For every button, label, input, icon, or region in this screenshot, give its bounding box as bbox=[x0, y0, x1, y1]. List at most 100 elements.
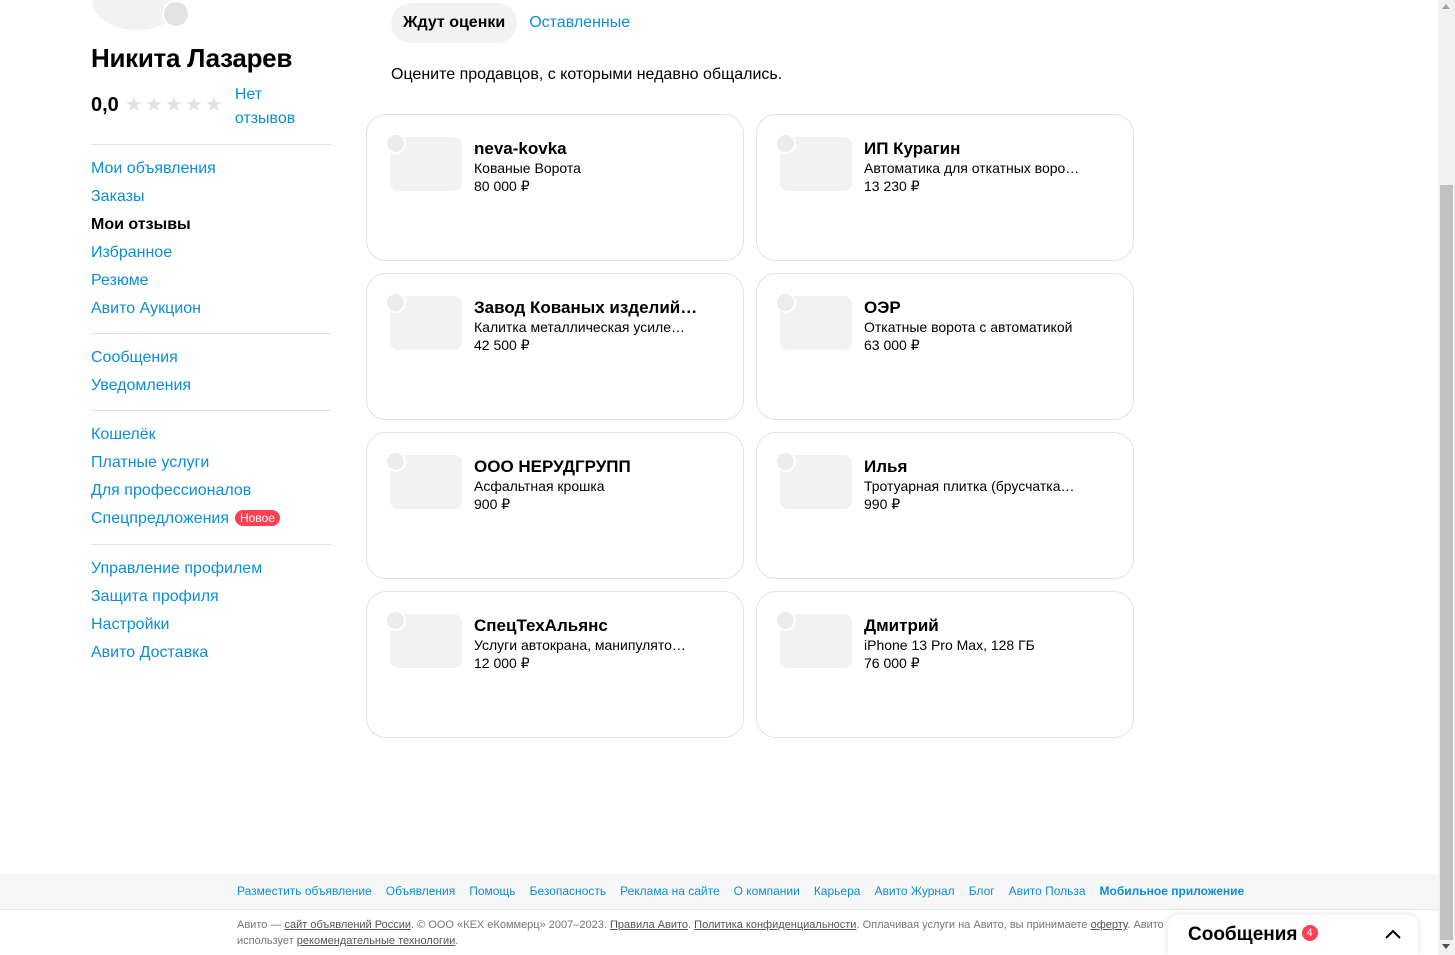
sidebar-item-delivery[interactable]: Авито Доставка bbox=[91, 639, 331, 667]
seller-avatar bbox=[385, 451, 406, 472]
sidebar-item-settings[interactable]: Настройки bbox=[91, 611, 331, 639]
footer-link-about[interactable]: О компании bbox=[734, 884, 800, 898]
legal-segment: Авито — bbox=[237, 919, 285, 931]
sidebar-group-services: Кошелёк Платные услуги Для профессионало… bbox=[91, 421, 331, 533]
sidebar-group-profile: Управление профилем Защита профиля Настр… bbox=[91, 555, 331, 667]
item-title: Откатные ворота с автоматикой bbox=[864, 319, 1073, 335]
sidebar-item-profile-management[interactable]: Управление профилем bbox=[91, 555, 331, 583]
messages-widget-label: Сообщения bbox=[1188, 924, 1298, 945]
item-title: Автоматика для откатных воро… bbox=[864, 160, 1080, 176]
seller-name: СпецТехАльянс bbox=[474, 616, 608, 635]
sidebar-item-for-professionals[interactable]: Для профессионалов bbox=[91, 477, 331, 505]
item-price: 42 500 ₽ bbox=[474, 337, 530, 353]
sidebar-item-orders[interactable]: Заказы bbox=[91, 183, 331, 211]
seller-card[interactable]: ООО НЕРУДГРУПП Асфальтная крошка 900 ₽ bbox=[366, 432, 744, 579]
star-icon: ★ bbox=[204, 94, 223, 116]
seller-avatar bbox=[775, 451, 796, 472]
item-price: 990 ₽ bbox=[864, 496, 901, 512]
rating-stars: ★ ★ ★ ★ ★ bbox=[124, 93, 224, 117]
sidebar-item-favorites[interactable]: Избранное bbox=[91, 239, 331, 267]
item-title: Асфальтная крошка bbox=[474, 478, 605, 494]
item-title: Калитка металлическая усиле… bbox=[474, 319, 685, 335]
tab-pending[interactable]: Ждут оценки bbox=[391, 3, 518, 43]
sidebar-item-profile-protection[interactable]: Защита профиля bbox=[91, 583, 331, 611]
star-icon: ★ bbox=[184, 94, 203, 116]
legal-segment: . bbox=[455, 935, 459, 947]
sidebar-item-special-offers[interactable]: Спецпредложения Новое bbox=[91, 505, 331, 533]
legal-link-offer[interactable]: оферту bbox=[1091, 919, 1128, 931]
footer-link-career[interactable]: Карьера bbox=[814, 884, 861, 898]
star-icon: ★ bbox=[164, 94, 183, 116]
page-scrollbar[interactable] bbox=[1438, 0, 1455, 955]
footer-link-help[interactable]: Помощь bbox=[469, 884, 515, 898]
seller-avatar bbox=[385, 610, 406, 631]
reviews-tabs: Ждут оценки Оставленные bbox=[391, 3, 642, 43]
footer-link-benefit[interactable]: Авито Польза bbox=[1009, 884, 1086, 898]
footer-link-security[interactable]: Безопасность bbox=[530, 884, 607, 898]
scroll-up-icon[interactable] bbox=[1442, 4, 1450, 9]
no-reviews-link[interactable]: Нет отзывов bbox=[235, 83, 315, 131]
seller-name: Илья bbox=[864, 457, 908, 476]
item-price: 76 000 ₽ bbox=[864, 655, 920, 671]
seller-card[interactable]: Завод Кованых изделий "… Калитка металли… bbox=[366, 273, 744, 420]
avatar[interactable] bbox=[92, 0, 192, 30]
item-price: 80 000 ₽ bbox=[474, 178, 530, 194]
sidebar-item-auction[interactable]: Авито Аукцион bbox=[91, 295, 331, 323]
scroll-down-icon[interactable] bbox=[1442, 944, 1450, 949]
seller-avatar bbox=[775, 610, 796, 631]
legal-segment: . © ООО «КЕХ еКоммерц» 2007–2023. bbox=[411, 919, 610, 931]
legal-link-rules[interactable]: Правила Авито bbox=[610, 919, 688, 931]
item-title: Тротуарная плитка (брусчатка… bbox=[864, 478, 1075, 494]
legal-text: Авито — сайт объявлений России. © ООО «К… bbox=[237, 917, 1167, 949]
footer-link-journal[interactable]: Авито Журнал bbox=[874, 884, 954, 898]
sidebar-item-resume[interactable]: Резюме bbox=[91, 267, 331, 295]
chevron-up-icon[interactable] bbox=[1384, 928, 1401, 942]
seller-name: ОЭР bbox=[864, 298, 901, 317]
sidebar-item-wallet[interactable]: Кошелёк bbox=[91, 421, 331, 449]
seller-name: ООО НЕРУДГРУПП bbox=[474, 457, 631, 476]
scrollbar-thumb[interactable] bbox=[1440, 185, 1453, 940]
seller-card[interactable]: neva-kovka Кованые Ворота 80 000 ₽ bbox=[366, 114, 744, 261]
sidebar-item-notifications[interactable]: Уведомления bbox=[91, 372, 331, 400]
star-icon: ★ bbox=[144, 94, 163, 116]
seller-card[interactable]: ИП Курагин Автоматика для откатных воро…… bbox=[756, 114, 1134, 261]
divider bbox=[91, 544, 331, 545]
footer-link-advertising[interactable]: Реклама на сайте bbox=[620, 884, 720, 898]
sidebar-group-main: Мои объявления Заказы Мои отзывы Избранн… bbox=[91, 155, 331, 323]
seller-avatar bbox=[775, 133, 796, 154]
page-subtitle: Оцените продавцов, с которыми недавно об… bbox=[391, 66, 783, 83]
seller-card[interactable]: ОЭР Откатные ворота с автоматикой 63 000… bbox=[756, 273, 1134, 420]
sidebar-item-my-ads[interactable]: Мои объявления bbox=[91, 155, 331, 183]
seller-name: neva-kovka bbox=[474, 139, 567, 158]
seller-name: Завод Кованых изделий "… bbox=[474, 298, 699, 317]
divider bbox=[91, 410, 331, 411]
sellers-grid: neva-kovka Кованые Ворота 80 000 ₽ ИП Ку… bbox=[366, 114, 1134, 738]
seller-card[interactable]: Дмитрий iPhone 13 Pro Max, 128 ГБ 76 000… bbox=[756, 591, 1134, 738]
seller-card[interactable]: Илья Тротуарная плитка (брусчатка… 990 ₽ bbox=[756, 432, 1134, 579]
sidebar-item-label: Спецпредложения bbox=[91, 510, 229, 527]
divider bbox=[91, 144, 331, 145]
sidebar-item-messages[interactable]: Сообщения bbox=[91, 344, 331, 372]
item-price: 63 000 ₽ bbox=[864, 337, 920, 353]
legal-link-site[interactable]: сайт объявлений России bbox=[284, 919, 411, 931]
sidebar-item-my-reviews[interactable]: Мои отзывы bbox=[91, 211, 331, 239]
item-price: 12 000 ₽ bbox=[474, 655, 530, 671]
rating-value: 0,0 bbox=[91, 94, 119, 116]
footer-link-blog[interactable]: Блог bbox=[969, 884, 995, 898]
legal-link-recommendations[interactable]: рекомендательные технологии bbox=[297, 935, 456, 947]
tab-left[interactable]: Оставленные bbox=[517, 3, 642, 43]
seller-avatar bbox=[775, 292, 796, 313]
footer-link-mobile-app[interactable]: Мобильное приложение bbox=[1100, 884, 1245, 898]
divider bbox=[91, 333, 331, 334]
footer-link-ads[interactable]: Объявления bbox=[386, 884, 455, 898]
footer-links: Разместить объявление Объявления Помощь … bbox=[237, 884, 1258, 898]
star-icon: ★ bbox=[124, 94, 143, 116]
seller-card[interactable]: СпецТехАльянс Услуги автокрана, манипуля… bbox=[366, 591, 744, 738]
seller-avatar bbox=[385, 292, 406, 313]
avatar-edit-icon[interactable] bbox=[162, 0, 190, 28]
messages-widget[interactable]: Сообщения 4 bbox=[1168, 915, 1418, 955]
seller-name: Дмитрий bbox=[864, 616, 939, 635]
footer-link-post-ad[interactable]: Разместить объявление bbox=[237, 884, 372, 898]
sidebar-item-paid-services[interactable]: Платные услуги bbox=[91, 449, 331, 477]
legal-link-privacy[interactable]: Политика конфиденциальности bbox=[694, 919, 856, 931]
